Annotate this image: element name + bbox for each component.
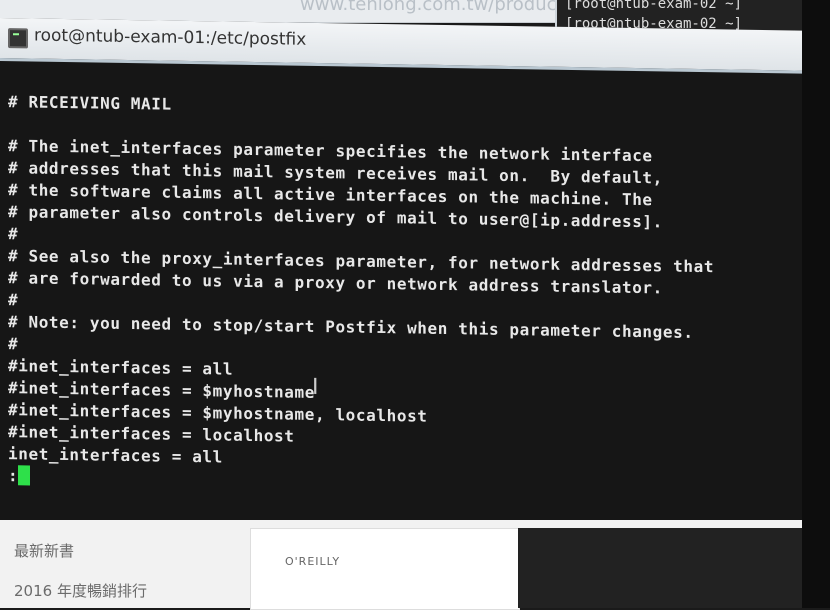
mouse-ibeam-icon: I xyxy=(312,374,319,401)
background-url-text: www.tenlong.com.tw/produc xyxy=(300,0,557,15)
publisher-logo: O'REILLY xyxy=(285,555,341,568)
background-browser-page: 最新新書 2016 年度暢銷排行 O'REILLY xyxy=(0,520,802,610)
bestseller-link[interactable]: 2016 年度暢銷排行 xyxy=(14,580,147,601)
terminal-icon xyxy=(8,28,28,49)
terminal-content[interactable]: # RECEIVING MAIL # The inet_interfaces p… xyxy=(0,61,802,500)
screen-edge xyxy=(802,0,830,608)
book-cover[interactable]: O'REILLY xyxy=(250,528,520,610)
window-title: root@ntub-exam-01:/etc/postfix xyxy=(34,25,307,50)
text-cursor xyxy=(18,465,31,486)
background-dark-panel xyxy=(518,528,802,608)
background-terminal-line: [root@ntub-exam-02 ~] xyxy=(565,0,743,12)
terminal-window[interactable]: root@ntub-exam-01:/etc/postfix # RECEIVI… xyxy=(0,18,802,541)
prompt-char: : xyxy=(8,466,19,486)
new-books-link[interactable]: 最新新書 xyxy=(14,540,74,561)
